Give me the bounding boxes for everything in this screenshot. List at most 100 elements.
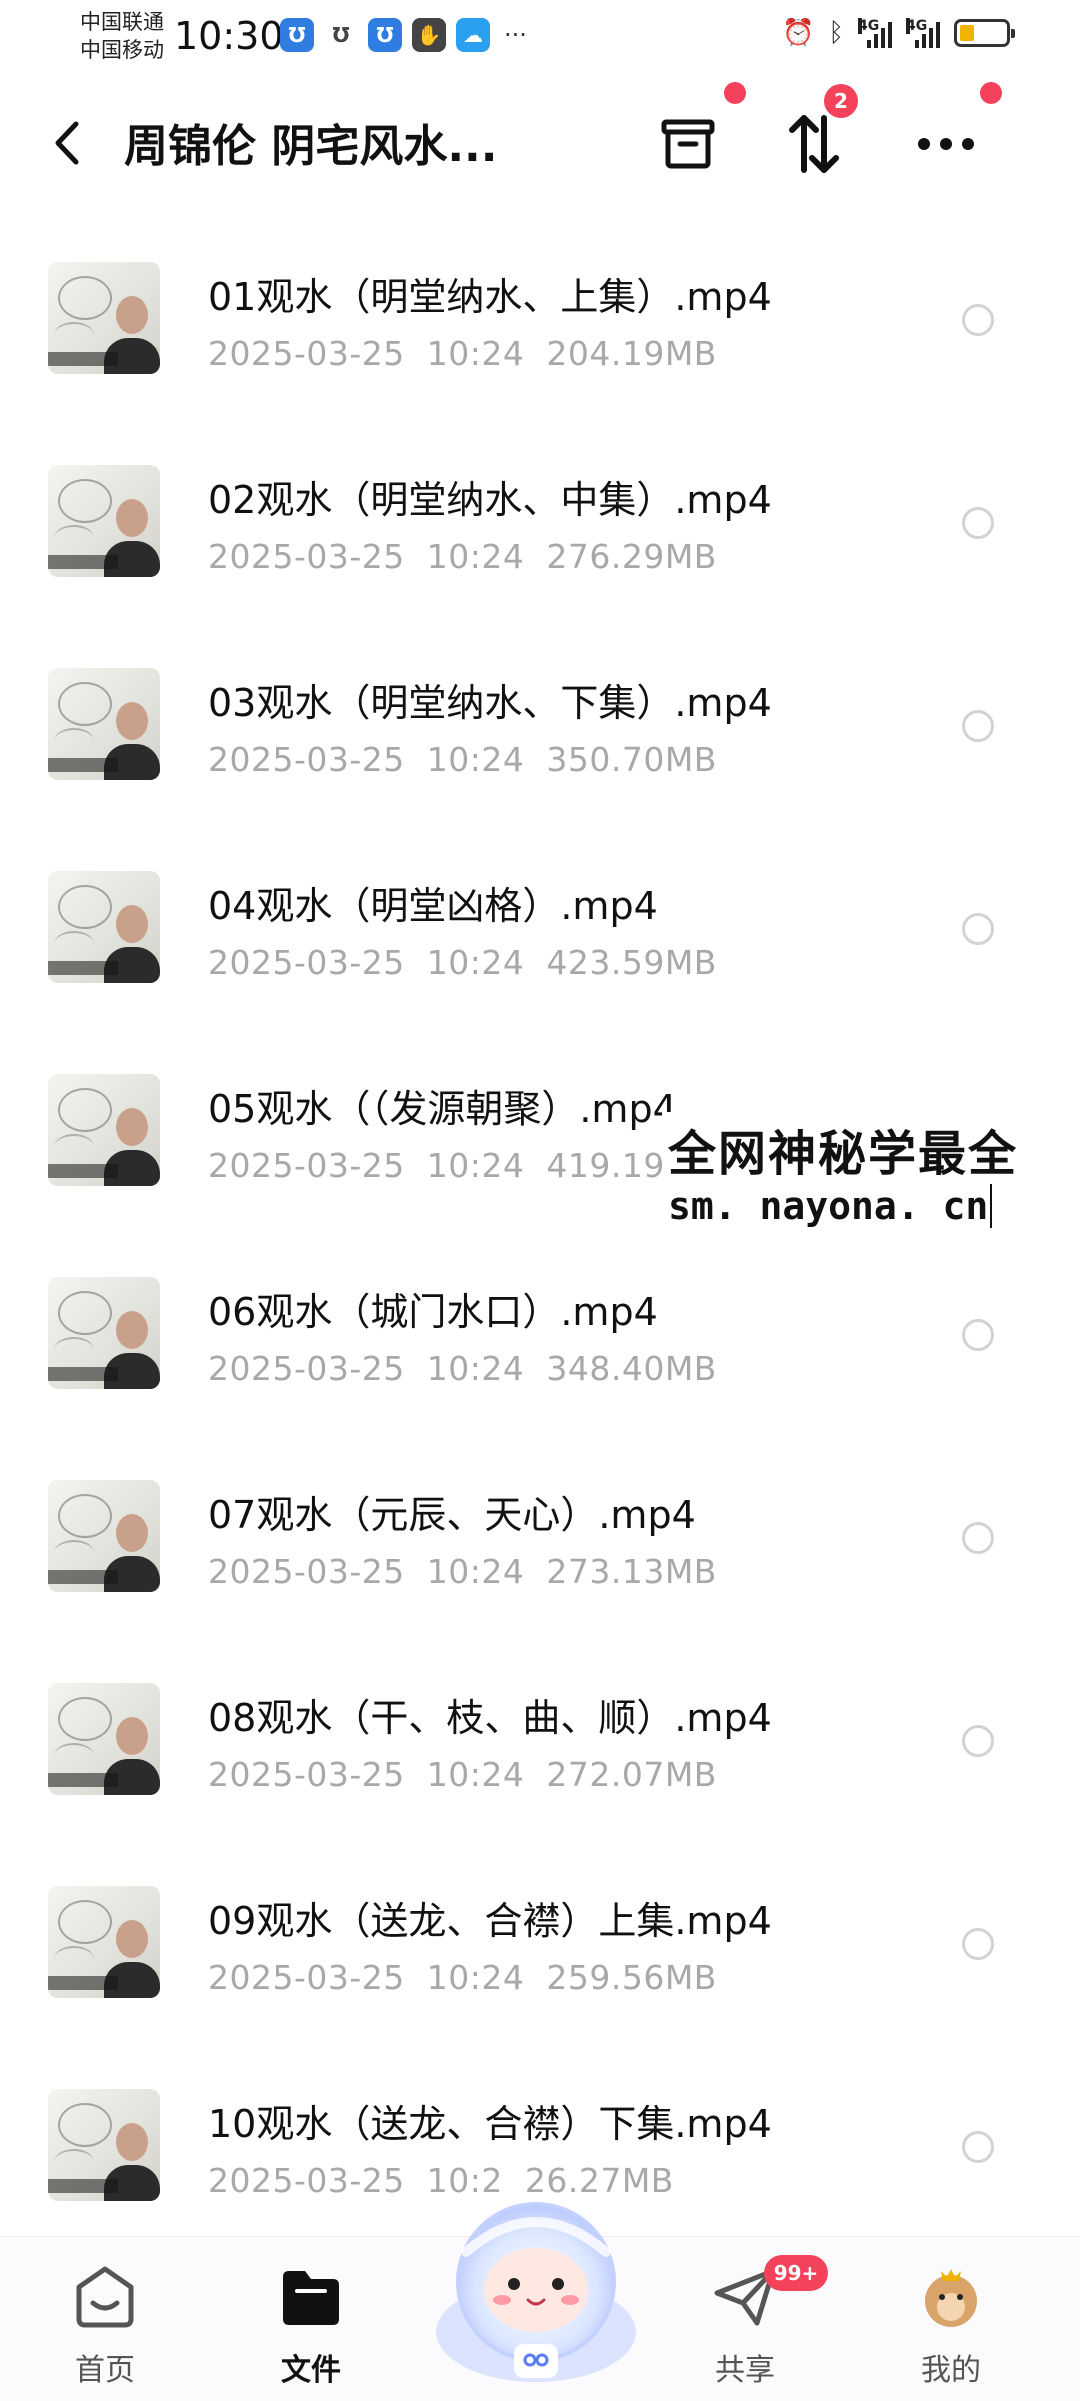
file-date: 2025-03-25	[208, 943, 405, 982]
file-meta: 2025-03-25 10:24 350.70MB	[208, 740, 717, 779]
file-meta: 2025-03-25 10:24 272.07MB	[208, 1755, 717, 1794]
app-notification-icon: Ʊ	[368, 18, 402, 52]
file-name: 06观水（城门水口）.mp4	[208, 1290, 658, 1334]
file-time: 10:24	[426, 537, 525, 576]
video-thumbnail	[48, 465, 160, 577]
avatar-icon	[925, 2269, 977, 2327]
select-radio[interactable]	[962, 913, 994, 945]
file-time: 10:24	[426, 1349, 525, 1388]
file-time: 10:24	[426, 334, 525, 373]
watermark: 全网神秘学最全 sm. nayona. cn	[662, 1112, 1025, 1230]
file-time: 10:24	[426, 1755, 525, 1794]
nav-mine-label: 我的	[921, 2353, 981, 2388]
more-button[interactable]	[906, 104, 986, 184]
nav-home[interactable]: 首页	[40, 2263, 170, 2389]
watermark-line1: 全网神秘学最全	[668, 1126, 1019, 1182]
assistant-mascot-icon[interactable]	[426, 2182, 646, 2392]
video-thumbnail	[48, 1886, 160, 1998]
page-title: 周锦伦 阴宅风水...	[124, 121, 498, 172]
select-radio[interactable]	[962, 1319, 994, 1351]
file-size: 259.56MB	[546, 1958, 717, 1997]
folder-icon	[283, 2271, 339, 2325]
nav-share[interactable]: 共享 99+	[680, 2255, 828, 2389]
select-radio[interactable]	[962, 507, 994, 539]
file-row[interactable]: 06观水（城门水口）.mp4 2025-03-25 10:24 348.40MB	[0, 1245, 1080, 1448]
file-row[interactable]: 02观水（明堂纳水、中集）.mp4 2025-03-25 10:24 276.2…	[0, 433, 1080, 636]
more-notifications-icon: ···	[504, 21, 527, 49]
file-meta: 2025-03-25 10:24 419.19M	[208, 1146, 694, 1185]
battery-icon	[954, 19, 1015, 47]
select-radio[interactable]	[962, 1928, 994, 1960]
file-name: 04观水（明堂凶格）.mp4	[208, 884, 658, 928]
file-meta: 2025-03-25 10:24 423.59MB	[208, 943, 717, 982]
file-meta: 2025-03-25 10:24 276.29MB	[208, 537, 717, 576]
archive-icon	[661, 119, 715, 169]
carrier-info: 中国联通 中国移动	[80, 8, 164, 64]
video-thumbnail	[48, 1480, 160, 1592]
video-thumbnail	[48, 2089, 160, 2201]
nav-mine[interactable]: 我的	[886, 2263, 1016, 2389]
nav-files-label: 文件	[281, 2353, 341, 2388]
file-row[interactable]: 03观水（明堂纳水、下集）.mp4 2025-03-25 10:24 350.7…	[0, 636, 1080, 839]
watermark-line2: sm. nayona. cn	[668, 1184, 993, 1228]
file-size: 272.07MB	[546, 1755, 717, 1794]
select-radio[interactable]	[962, 1725, 994, 1757]
video-thumbnail	[48, 668, 160, 780]
signal-icon-2: 4G	[906, 18, 940, 48]
file-name: 05观水（（发源朝聚）.mp4	[208, 1087, 677, 1131]
file-name: 10观水（送龙、合襟）下集.mp4	[208, 2102, 772, 2146]
video-thumbnail	[48, 262, 160, 374]
file-row[interactable]: 04观水（明堂凶格）.mp4 2025-03-25 10:24 423.59MB	[0, 839, 1080, 1042]
select-radio[interactable]	[962, 710, 994, 742]
notification-icons: Ʊ Ʊ Ʊ ✋ ☁ ···	[280, 18, 527, 52]
app-notification-icon: Ʊ	[332, 23, 350, 47]
back-arrow-icon[interactable]	[50, 118, 86, 168]
file-name: 01观水（明堂纳水、上集）.mp4	[208, 275, 772, 319]
file-date: 2025-03-25	[208, 1755, 405, 1794]
home-icon	[76, 2266, 134, 2328]
file-row[interactable]: 09观水（送龙、合襟）上集.mp4 2025-03-25 10:24 259.5…	[0, 1854, 1080, 2057]
file-name: 07观水（元辰、天心）.mp4	[208, 1493, 696, 1537]
select-radio[interactable]	[962, 1522, 994, 1554]
video-thumbnail	[48, 1683, 160, 1795]
file-date: 2025-03-25	[208, 2161, 405, 2200]
file-size: 350.70MB	[546, 740, 717, 779]
app-notification-icon: Ʊ	[280, 18, 314, 52]
file-size: 276.29MB	[546, 537, 717, 576]
file-time: 10:24	[426, 1958, 525, 1997]
select-radio[interactable]	[962, 304, 994, 336]
file-name: 09观水（送龙、合襟）上集.mp4	[208, 1899, 772, 1943]
archive-button[interactable]	[648, 104, 728, 184]
status-bar: 中国联通 中国移动 10:30 Ʊ Ʊ Ʊ ✋ ☁ ··· ⏰ ᛒ 4G 4G	[0, 0, 1080, 80]
file-row[interactable]: 07观水（元辰、天心）.mp4 2025-03-25 10:24 273.13M…	[0, 1448, 1080, 1651]
file-date: 2025-03-25	[208, 1958, 405, 1997]
more-dot	[980, 82, 1002, 104]
file-meta: 2025-03-25 10:24 204.19MB	[208, 334, 717, 373]
file-meta: 2025-03-25 10:24 273.13MB	[208, 1552, 717, 1591]
file-time: 10:24	[426, 740, 525, 779]
file-time: 10:24	[426, 1552, 525, 1591]
signal-icon-1: 4G	[858, 18, 892, 48]
nav-share-label: 共享	[715, 2353, 775, 2388]
file-name: 03观水（明堂纳水、下集）.mp4	[208, 681, 772, 725]
nav-home-label: 首页	[75, 2353, 135, 2388]
video-thumbnail	[48, 871, 160, 983]
select-radio[interactable]	[962, 2131, 994, 2163]
carrier-2: 中国移动	[80, 38, 164, 62]
top-bar: 周锦伦 阴宅风水... 2	[0, 82, 1080, 200]
system-icons: ⏰ ᛒ 4G 4G	[782, 18, 1015, 48]
status-clock: 10:30	[174, 14, 284, 58]
file-list: 01观水（明堂纳水、上集）.mp4 2025-03-25 10:24 204.1…	[0, 230, 1080, 2260]
file-row[interactable]: 08观水（干、枝、曲、顺）.mp4 2025-03-25 10:24 272.0…	[0, 1651, 1080, 1854]
hand-icon: ✋	[412, 18, 446, 52]
file-row[interactable]: 01观水（明堂纳水、上集）.mp4 2025-03-25 10:24 204.1…	[0, 230, 1080, 433]
video-thumbnail	[48, 1277, 160, 1389]
file-date: 2025-03-25	[208, 1552, 405, 1591]
file-time: 10:24	[426, 943, 525, 982]
transfer-icon	[789, 115, 839, 173]
file-date: 2025-03-25	[208, 740, 405, 779]
bluetooth-icon: ᛒ	[828, 18, 844, 48]
file-name: 02观水（明堂纳水、中集）.mp4	[208, 478, 772, 522]
nav-files[interactable]: 文件	[246, 2263, 376, 2389]
more-icon	[918, 138, 974, 150]
